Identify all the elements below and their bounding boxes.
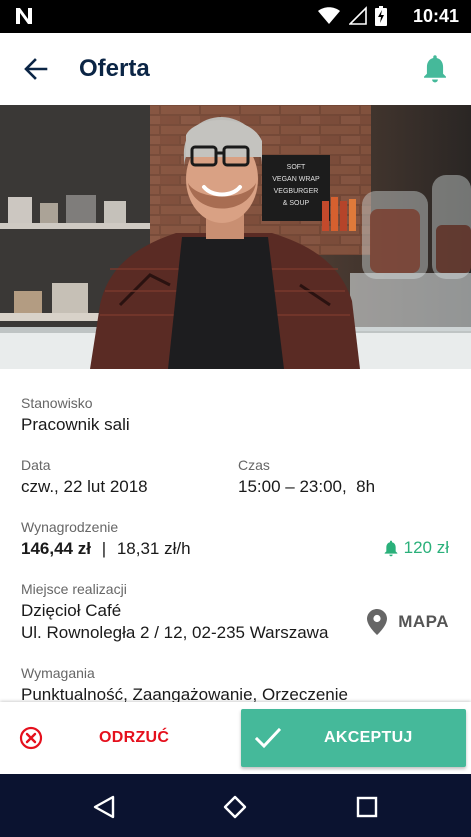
triangle-back-icon[interactable] <box>91 794 117 820</box>
home-icon[interactable] <box>222 794 248 820</box>
page-title: Oferta <box>79 55 150 82</box>
chalkboard-line: & SOUP <box>283 200 310 207</box>
chalkboard-line: SOFT <box>287 164 306 171</box>
wifi-icon <box>318 7 340 24</box>
reject-label: ODRZUĆ <box>99 729 170 746</box>
accept-button[interactable]: AKCEPTUJ <box>241 709 466 767</box>
status-time: 10:41 <box>412 6 459 26</box>
job-photo-illustration: SOFT VEGAN WRAP VEGBURGER & SOUP <box>0 105 471 369</box>
chalkboard-line: VEGBURGER <box>274 188 319 195</box>
offer-details: Stanowisko Pracownik sali Data czw., 22 … <box>0 369 471 702</box>
pay-hourly: 18,31 zł/h <box>116 539 191 558</box>
job-photo: SOFT VEGAN WRAP VEGBURGER & SOUP <box>0 105 471 369</box>
action-bar: ODRZUĆ AKCEPTUJ <box>0 702 471 774</box>
requirements-value: Punktualność, Zaangażowanie, Orzeczenie <box>21 685 348 702</box>
map-label: MAPA <box>398 612 449 631</box>
system-nav-bar <box>0 774 471 837</box>
battery-icon <box>375 6 387 26</box>
requirements-label: Wymagania <box>21 665 95 681</box>
n-logo-icon <box>16 8 32 24</box>
time-label: Czas <box>238 457 270 473</box>
pay-total: 146,44 zł <box>21 539 91 558</box>
location-address: Ul. Rownoległa 2 / 12, 02-235 Warszawa <box>21 623 329 642</box>
pay-bonus: 120 zł <box>383 537 449 559</box>
signal-icon <box>349 6 367 25</box>
status-icons <box>317 6 387 26</box>
accept-label: AKCEPTUJ <box>324 729 413 746</box>
arrow-left-icon[interactable] <box>22 55 50 83</box>
position-value: Pracownik sali <box>21 415 130 434</box>
close-circle-icon <box>19 726 43 750</box>
bell-icon <box>384 540 397 557</box>
reject-button[interactable]: ODRZUĆ <box>0 702 240 774</box>
location-label: Miejsce realizacji <box>21 581 127 597</box>
pay-label: Wynagrodzenie <box>21 519 119 535</box>
map-button[interactable]: MAPA <box>367 609 449 635</box>
position-label: Stanowisko <box>21 395 93 411</box>
date-value: czw., 22 lut 2018 <box>21 477 148 496</box>
status-bar: 10:41 <box>0 0 471 33</box>
pay-value: 146,44 zł | 18,31 zł/h <box>21 538 191 560</box>
bell-icon[interactable] <box>421 53 449 83</box>
time-value: 15:00 – 23:00, 8h <box>238 477 376 496</box>
app-bar: Oferta <box>0 33 471 105</box>
pay-bonus-amount: 120 zł <box>403 538 449 557</box>
square-icon[interactable] <box>354 794 380 820</box>
chalkboard-line: VEGAN WRAP <box>272 176 320 183</box>
location-name: Dzięcioł Café <box>21 601 122 620</box>
date-label: Data <box>21 457 51 473</box>
pay-separator: | <box>101 539 107 558</box>
map-pin-icon <box>367 609 388 635</box>
check-icon <box>255 727 281 749</box>
